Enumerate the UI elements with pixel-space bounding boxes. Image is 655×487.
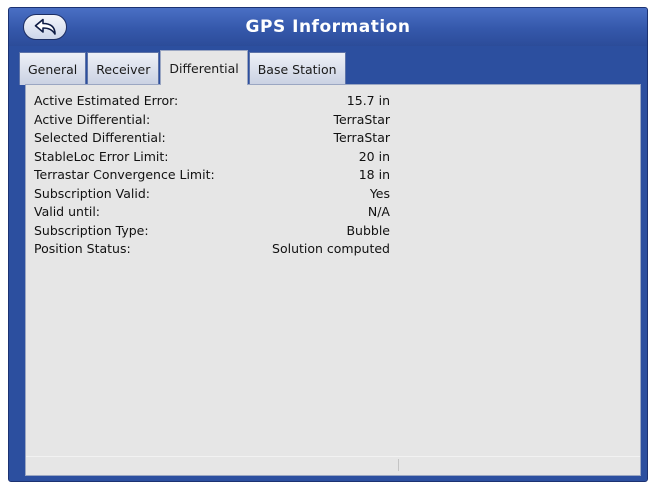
differential-info-list: Active Estimated Error: 15.7 in Active D… [34, 92, 390, 259]
info-label: Position Status: [34, 241, 131, 256]
info-value: Bubble [346, 222, 390, 238]
info-value: Yes [369, 185, 390, 201]
info-value: 20 in [358, 148, 390, 164]
info-row-selected-differential: Selected Differential: TerraStar [34, 129, 390, 148]
info-row-active-differential: Active Differential: TerraStar [34, 111, 390, 130]
tab-receiver[interactable]: Receiver [87, 52, 160, 85]
tab-label: Differential [169, 60, 239, 76]
back-button[interactable] [23, 14, 67, 40]
tab-differential[interactable]: Differential [160, 50, 248, 85]
info-row-stableloc-error-limit: StableLoc Error Limit: 20 in [34, 148, 390, 167]
differential-panel: Active Estimated Error: 15.7 in Active D… [25, 84, 641, 476]
info-label: Subscription Type: [34, 222, 149, 238]
panel-footer-separator [398, 459, 399, 471]
panel-footer-divider [26, 456, 640, 475]
info-value: TerraStar [333, 111, 390, 127]
info-row-active-estimated-error: Active Estimated Error: 15.7 in [34, 92, 390, 111]
info-label: Subscription Valid: [34, 185, 150, 201]
info-value: Solution computed [272, 241, 390, 256]
info-value: 15.7 in [346, 93, 390, 108]
info-row-position-status: Position Status: Solution computed [34, 240, 390, 259]
info-label: StableLoc Error Limit: [34, 148, 169, 164]
info-label: Selected Differential: [34, 130, 166, 145]
tab-bar: General Receiver Differential Base Stati… [19, 50, 347, 85]
info-value: 18 in [358, 167, 390, 182]
info-label: Active Estimated Error: [34, 93, 179, 108]
tab-label: Receiver [96, 61, 151, 77]
info-value: N/A [367, 204, 390, 219]
tab-label: General [28, 61, 78, 77]
info-row-valid-until: Valid until: N/A [34, 203, 390, 222]
title-bar: GPS Information [9, 8, 647, 46]
tab-general[interactable]: General [19, 52, 87, 85]
info-row-terrastar-convergence-limit: Terrastar Convergence Limit: 18 in [34, 166, 390, 185]
info-label: Active Differential: [34, 111, 151, 127]
info-label: Valid until: [34, 204, 100, 219]
info-row-subscription-type: Subscription Type: Bubble [34, 222, 390, 241]
tab-label: Base Station [257, 61, 337, 77]
back-arrow-icon [34, 18, 56, 35]
info-row-subscription-valid: Subscription Valid: Yes [34, 185, 390, 204]
info-label: Terrastar Convergence Limit: [34, 167, 215, 182]
info-value: TerraStar [333, 130, 390, 145]
gps-information-window: GPS Information General Receiver Differe… [8, 7, 648, 482]
tab-base-station[interactable]: Base Station [248, 52, 346, 85]
window-title: GPS Information [245, 17, 411, 37]
